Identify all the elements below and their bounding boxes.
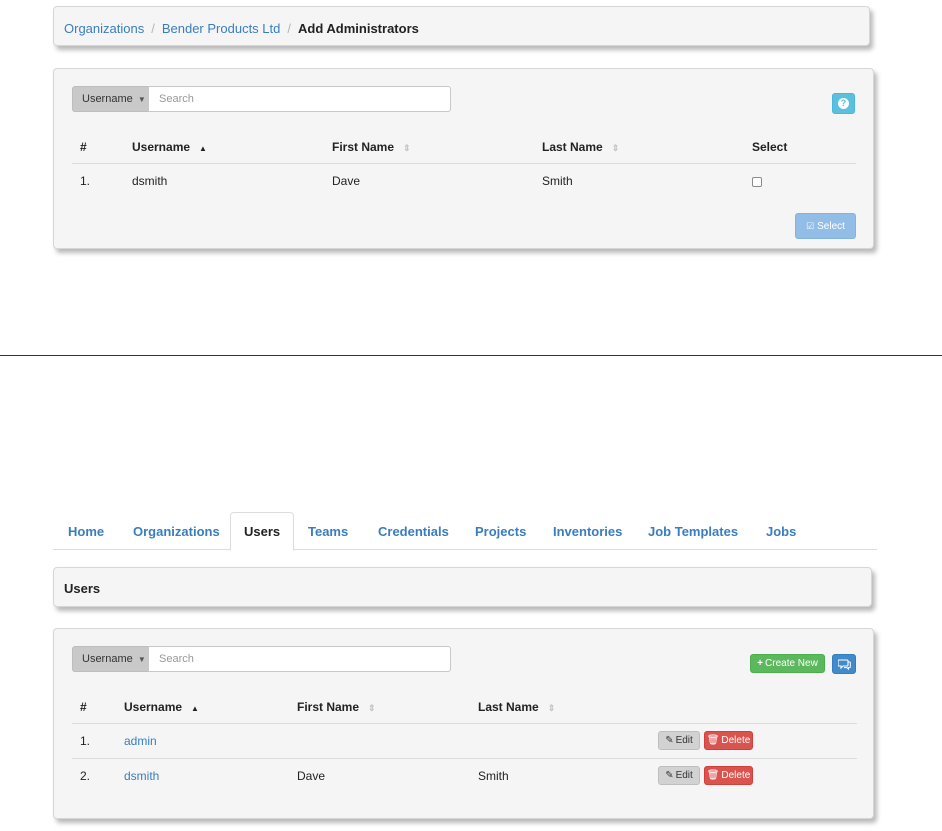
breadcrumb: Organizations / Bender Products Ltd / Add Ad… xyxy=(53,6,870,46)
select-checkbox[interactable] xyxy=(752,176,762,187)
question-icon: ? xyxy=(838,98,849,109)
chat-button[interactable] xyxy=(832,654,856,674)
users-table: # Username ▲ First Name ⇕ Last Name ⇕ 1. ad… xyxy=(72,692,857,793)
tab-inventories[interactable]: Inventories xyxy=(553,512,622,550)
table-row: 1. admin ✎ Edit 🗑 Delete xyxy=(72,723,857,759)
breadcrumb-bender-products[interactable]: Bender Products Ltd xyxy=(162,21,281,36)
search-input[interactable]: Search xyxy=(148,86,451,112)
comments-icon xyxy=(837,658,851,670)
tab-credentials[interactable]: Credentials xyxy=(378,512,449,550)
search-placeholder: Search xyxy=(159,93,194,105)
column-header-username[interactable]: Username ▲ xyxy=(124,132,324,164)
help-button[interactable]: ? xyxy=(832,93,855,114)
edit-icon: ✎ xyxy=(665,770,674,782)
caret-down-icon: ▼ xyxy=(137,95,146,104)
row-last-name: Smith xyxy=(478,768,509,783)
table-header-row: # Username ▲ First Name ⇕ Last Name ⇕ xyxy=(72,692,857,724)
trash-icon: 🗑 xyxy=(706,770,720,782)
sort-ascending-icon: ▲ xyxy=(199,144,207,154)
tab-users[interactable]: Users xyxy=(230,512,295,551)
row-actions: ✎ Edit 🗑 Delete xyxy=(650,723,857,759)
column-header-select: Select xyxy=(744,132,856,164)
table-row: 1. dsmith Dave Smith xyxy=(72,163,856,198)
row-first-name: Dave xyxy=(297,768,326,783)
column-header-last-name[interactable]: Last Name ⇕ xyxy=(534,132,744,164)
section-divider xyxy=(0,355,942,356)
user-link-dsmith[interactable]: dsmith xyxy=(124,769,159,783)
edit-icon: ✎ xyxy=(665,735,674,746)
column-header-last-name[interactable]: Last Name ⇕ xyxy=(470,692,650,724)
edit-button[interactable]: ✎ Edit xyxy=(658,731,700,750)
admin-users-table: # Username ▲ First Name ⇕ Last Name ⇕ Selec… xyxy=(72,132,856,198)
search-field-dropdown[interactable]: Username ▼ xyxy=(72,646,148,672)
select-button[interactable]: ☑ Select xyxy=(795,213,856,239)
tab-projects[interactable]: Projects xyxy=(475,512,526,550)
table-row: 2. dsmith Dave Smith ✎ Edit 🗑 Delete xyxy=(72,758,857,793)
delete-button[interactable]: 🗑 Delete xyxy=(704,766,753,786)
tab-jobs[interactable]: Jobs xyxy=(766,512,796,550)
table-header-row: # Username ▲ First Name ⇕ Last Name ⇕ Selec… xyxy=(72,132,856,164)
row-username: dsmith xyxy=(132,173,168,188)
column-header-number: # xyxy=(72,692,116,724)
row-first-name: Dave xyxy=(332,173,361,188)
row-number: 2. xyxy=(80,768,91,783)
column-header-username[interactable]: Username ▲ xyxy=(116,692,289,724)
row-last-name: Smith xyxy=(542,173,573,188)
tab-organizations[interactable]: Organizations xyxy=(133,512,220,550)
caret-down-icon: ▼ xyxy=(137,655,146,664)
sort-icon: ⇕ xyxy=(611,143,620,154)
row-last-name xyxy=(470,723,650,759)
trash-icon: 🗑 xyxy=(706,735,720,746)
user-link-admin[interactable]: admin xyxy=(124,734,157,748)
row-select-cell xyxy=(744,163,856,198)
sort-icon: ⇕ xyxy=(547,703,556,714)
sort-icon: ⇕ xyxy=(403,143,411,154)
search-placeholder: Search xyxy=(159,653,194,665)
admin-search-group: Username ▼ Search xyxy=(72,86,451,112)
column-header-first-name[interactable]: First Name ⇕ xyxy=(324,132,534,164)
delete-button[interactable]: 🗑 Delete xyxy=(704,731,753,750)
breadcrumb-separator: / xyxy=(151,21,155,36)
users-search-group: Username ▼ Search xyxy=(72,646,451,672)
column-header-actions xyxy=(650,692,857,724)
search-field-dropdown[interactable]: Username ▼ xyxy=(72,86,148,112)
main-nav-tabs: Home Organizations Users Teams Credentia… xyxy=(53,512,877,551)
row-actions: ✎ Edit 🗑 Delete xyxy=(650,758,857,793)
search-field-label: Username xyxy=(82,93,133,105)
breadcrumb-current: Add Administrators xyxy=(298,21,419,36)
plus-icon: + xyxy=(757,658,764,669)
sort-icon: ⇕ xyxy=(368,703,376,714)
row-number: 1. xyxy=(80,173,91,188)
tab-home[interactable]: Home xyxy=(68,512,104,550)
breadcrumb-separator: / xyxy=(287,21,291,36)
row-number: 1. xyxy=(72,723,116,759)
column-header-number: # xyxy=(72,132,124,164)
create-new-button[interactable]: + Create New xyxy=(750,654,825,673)
row-first-name xyxy=(289,723,470,759)
search-input[interactable]: Search xyxy=(148,646,451,672)
breadcrumb-organizations[interactable]: Organizations xyxy=(64,21,144,36)
tab-teams[interactable]: Teams xyxy=(308,512,348,550)
tab-job-templates[interactable]: Job Templates xyxy=(648,512,738,550)
sort-ascending-icon: ▲ xyxy=(191,704,199,714)
column-header-first-name[interactable]: First Name ⇕ xyxy=(289,692,470,724)
page-title: Users xyxy=(53,567,872,607)
search-field-label: Username xyxy=(82,653,133,665)
check-square-icon: ☑ xyxy=(806,220,815,231)
edit-button[interactable]: ✎ Edit xyxy=(658,766,700,786)
